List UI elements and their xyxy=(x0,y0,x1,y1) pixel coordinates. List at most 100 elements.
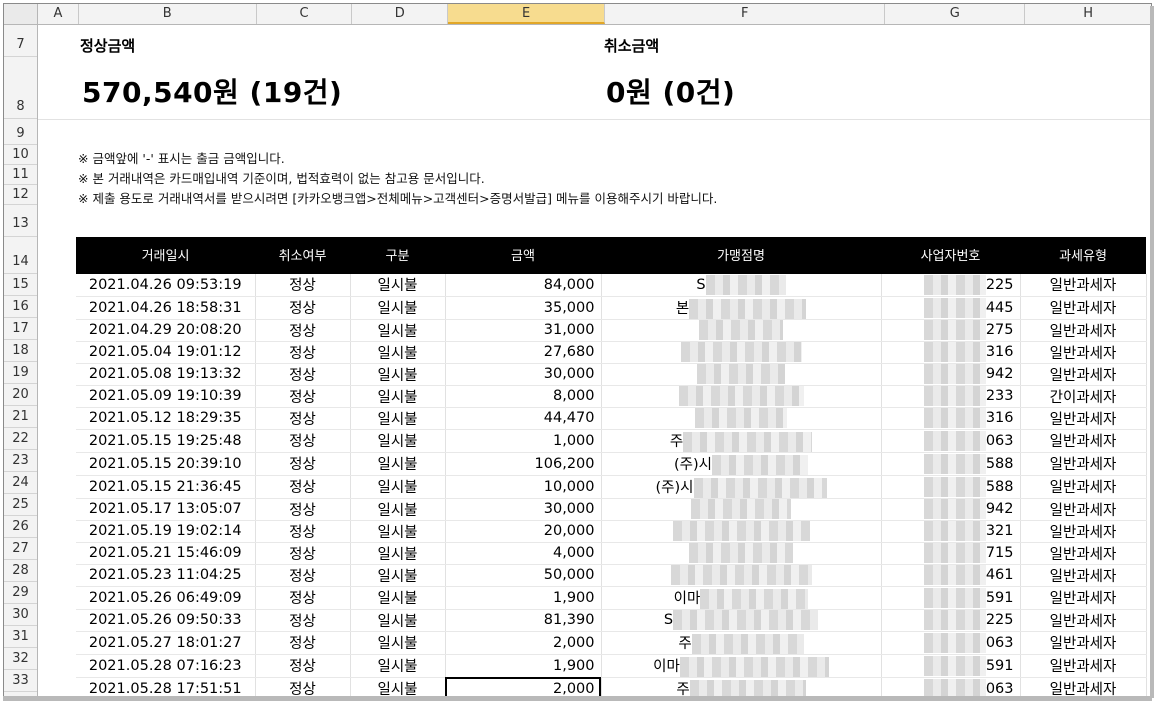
cell-tax-type[interactable]: 일반과세자 xyxy=(1020,631,1147,655)
cell-status[interactable]: 정상 xyxy=(255,363,351,386)
cell-date[interactable]: 2021.04.29 20:08:20 xyxy=(76,319,256,342)
cell-tax-type[interactable]: 일반과세자 xyxy=(1020,407,1147,430)
header-date[interactable]: 거래일시 xyxy=(76,237,255,274)
row-header[interactable]: 25 xyxy=(4,494,37,516)
cell-tax-type[interactable]: 일반과세자 xyxy=(1020,363,1147,386)
cell-type[interactable]: 일시불 xyxy=(350,296,446,320)
cell-date[interactable]: 2021.05.09 19:10:39 xyxy=(76,385,256,408)
cell-tax-type[interactable]: 일반과세자 xyxy=(1020,654,1147,678)
cell-date[interactable]: 2021.05.28 07:16:23 xyxy=(76,654,256,678)
row-header[interactable]: 14 xyxy=(4,237,37,274)
cell-business-number[interactable]: 063 xyxy=(881,429,1021,453)
cell-type[interactable]: 일시불 xyxy=(350,363,446,386)
row-header[interactable]: 20 xyxy=(4,384,37,406)
row-header[interactable]: 23 xyxy=(4,450,37,472)
row-header[interactable]: 26 xyxy=(4,516,37,538)
cell-status[interactable]: 정상 xyxy=(255,475,351,499)
cell-amount[interactable]: 44,470 xyxy=(445,407,602,430)
row-header[interactable]: 22 xyxy=(4,428,37,450)
row-header[interactable]: 11 xyxy=(4,165,37,185)
cell-type[interactable]: 일시불 xyxy=(350,564,446,587)
cell-tax-type[interactable]: 일반과세자 xyxy=(1020,319,1147,342)
cell-merchant[interactable]: 이마 xyxy=(601,586,882,610)
row-header[interactable]: 18 xyxy=(4,340,37,362)
cell-business-number[interactable]: 445 xyxy=(881,296,1021,320)
cell-amount[interactable]: 10,000 xyxy=(445,475,602,499)
cell-amount[interactable]: 30,000 xyxy=(445,363,602,386)
cell-merchant[interactable] xyxy=(601,319,882,342)
cell-merchant[interactable] xyxy=(601,520,882,543)
cell-status[interactable]: 정상 xyxy=(255,385,351,408)
cell-amount[interactable]: 27,680 xyxy=(445,341,602,364)
cell-status[interactable]: 정상 xyxy=(255,296,351,320)
row-header[interactable]: 7 xyxy=(4,25,37,57)
row-header[interactable]: 16 xyxy=(4,296,37,318)
header-type[interactable]: 구분 xyxy=(350,237,445,274)
cell-type[interactable]: 일시불 xyxy=(350,341,446,364)
row-header[interactable]: 15 xyxy=(4,274,37,296)
cell-date[interactable]: 2021.05.23 11:04:25 xyxy=(76,564,256,587)
header-tax-type[interactable]: 과세유형 xyxy=(1020,237,1146,274)
cell-merchant[interactable]: S xyxy=(601,274,882,297)
cell-merchant[interactable]: 본 xyxy=(601,296,882,320)
cell-type[interactable]: 일시불 xyxy=(350,319,446,342)
row-header[interactable]: 9 xyxy=(4,119,37,145)
cell-tax-type[interactable]: 일반과세자 xyxy=(1020,498,1147,521)
cell-date[interactable]: 2021.05.15 19:25:48 xyxy=(76,429,256,453)
cell-business-number[interactable]: 225 xyxy=(881,609,1021,632)
cell-tax-type[interactable]: 간이과세자 xyxy=(1020,385,1147,408)
cell-amount[interactable]: 81,390 xyxy=(445,609,602,632)
header-business-number[interactable]: 사업자번호 xyxy=(881,237,1020,274)
cell-business-number[interactable]: 063 xyxy=(881,631,1021,655)
cell-business-number[interactable]: 275 xyxy=(881,319,1021,342)
cell-date[interactable]: 2021.04.26 09:53:19 xyxy=(76,274,256,297)
row-header[interactable]: 32 xyxy=(4,648,37,670)
cell-business-number[interactable]: 591 xyxy=(881,654,1021,678)
cell-tax-type[interactable]: 일반과세자 xyxy=(1020,586,1147,610)
cell-status[interactable]: 정상 xyxy=(255,520,351,543)
cell-status[interactable]: 정상 xyxy=(255,677,351,696)
cell-status[interactable]: 정상 xyxy=(255,319,351,342)
cell-date[interactable]: 2021.05.04 19:01:12 xyxy=(76,341,256,364)
cell-business-number[interactable]: 942 xyxy=(881,498,1021,521)
cell-amount[interactable]: 35,000 xyxy=(445,296,602,320)
cell-type[interactable]: 일시불 xyxy=(350,475,446,499)
cell-tax-type[interactable]: 일반과세자 xyxy=(1020,475,1147,499)
cell-type[interactable]: 일시불 xyxy=(350,542,446,565)
cell-merchant[interactable] xyxy=(601,341,882,364)
cell-tax-type[interactable]: 일반과세자 xyxy=(1020,274,1147,297)
row-header[interactable]: 19 xyxy=(4,362,37,384)
cell-type[interactable]: 일시불 xyxy=(350,609,446,632)
column-header-c[interactable]: C xyxy=(257,4,353,24)
cell-type[interactable]: 일시불 xyxy=(350,452,446,476)
row-header[interactable]: 12 xyxy=(4,185,37,205)
cell-tax-type[interactable]: 일반과세자 xyxy=(1020,564,1147,587)
cell-amount[interactable]: 1,900 xyxy=(445,654,602,678)
cell-tax-type[interactable]: 일반과세자 xyxy=(1020,520,1147,543)
cell-amount[interactable]: 2,000 xyxy=(445,677,602,696)
cell-type[interactable]: 일시불 xyxy=(350,385,446,408)
cell-business-number[interactable]: 063 xyxy=(881,677,1021,696)
cell-business-number[interactable]: 591 xyxy=(881,586,1021,610)
cell-merchant[interactable]: (주)시 xyxy=(601,475,882,499)
cell-date[interactable]: 2021.05.15 21:36:45 xyxy=(76,475,256,499)
cell-merchant[interactable] xyxy=(601,407,882,430)
cell-date[interactable]: 2021.05.12 18:29:35 xyxy=(76,407,256,430)
cell-merchant[interactable] xyxy=(601,363,882,386)
row-header[interactable]: 33 xyxy=(4,670,37,692)
row-header[interactable]: 17 xyxy=(4,318,37,340)
cell-merchant[interactable]: 주 xyxy=(601,429,882,453)
cell-business-number[interactable]: 316 xyxy=(881,341,1021,364)
cell-amount[interactable]: 8,000 xyxy=(445,385,602,408)
select-all-corner[interactable] xyxy=(4,4,38,24)
row-header[interactable]: 21 xyxy=(4,406,37,428)
row-header[interactable]: 13 xyxy=(4,205,37,237)
cell-status[interactable]: 정상 xyxy=(255,274,351,297)
header-cancel-status[interactable]: 취소여부 xyxy=(255,237,350,274)
cell-date[interactable]: 2021.05.19 19:02:14 xyxy=(76,520,256,543)
row-header[interactable]: 30 xyxy=(4,604,37,626)
cell-business-number[interactable]: 225 xyxy=(881,274,1021,297)
cell-status[interactable]: 정상 xyxy=(255,654,351,678)
cell-amount[interactable]: 1,900 xyxy=(445,586,602,610)
column-header-h[interactable]: H xyxy=(1025,4,1151,24)
